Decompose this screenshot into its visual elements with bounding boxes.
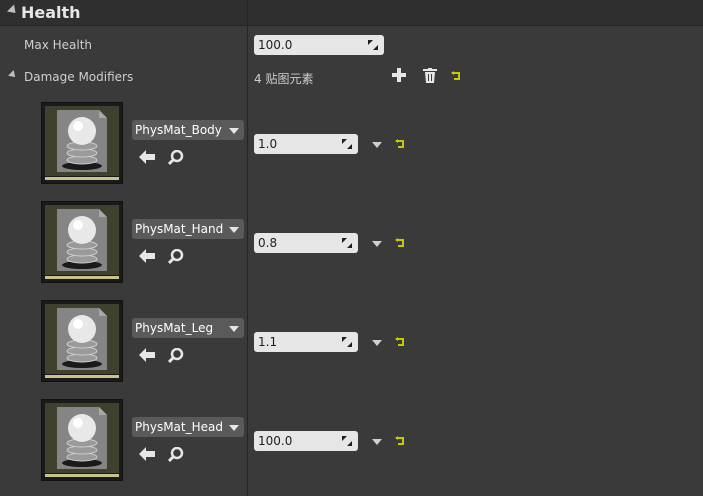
property-row-damage-modifiers: Damage Modifiers 4 贴图元素	[0, 64, 703, 90]
damage-modifier-element: PhysMat_Body 1.0	[0, 100, 703, 192]
asset-thumbnail[interactable]	[41, 300, 123, 382]
magnifier-icon[interactable]	[168, 150, 184, 166]
damage-modifier-element: PhysMat_Leg 1.1	[0, 298, 703, 390]
magnifier-icon[interactable]	[168, 447, 184, 463]
property-label-max-health: Max Health	[24, 38, 93, 52]
reset-to-default-icon[interactable]	[395, 337, 405, 347]
reset-to-default-icon[interactable]	[451, 71, 461, 81]
collapse-arrow-icon[interactable]	[6, 4, 20, 17]
damage-modifier-element: PhysMat_Hand 0.8	[0, 199, 703, 291]
max-health-value: 100.0	[258, 38, 293, 52]
asset-picker-combo[interactable]: PhysMat_Hand	[132, 219, 244, 239]
property-label-damage-modifiers: Damage Modifiers	[24, 70, 134, 84]
element-count: 4 贴图元素	[254, 72, 314, 86]
modifier-value-field[interactable]: 100.0	[254, 431, 358, 451]
chevron-down-icon	[229, 326, 239, 332]
chevron-down-icon	[229, 227, 239, 233]
property-row-max-health: Max Health 100.0	[0, 32, 703, 58]
physical-material-thumbnail-icon	[45, 106, 119, 176]
physical-material-thumbnail-icon	[45, 205, 119, 275]
category-title: Health	[21, 3, 81, 22]
modifier-value-field[interactable]: 1.1	[254, 332, 358, 352]
asset-type-bar	[45, 276, 119, 279]
damage-modifier-element: PhysMat_Head 100.0	[0, 397, 703, 489]
reset-to-default-icon[interactable]	[395, 238, 405, 248]
asset-thumbnail[interactable]	[41, 102, 123, 184]
chevron-down-icon	[229, 128, 239, 134]
drag-handle-icon[interactable]	[342, 337, 352, 347]
drag-handle-icon[interactable]	[342, 139, 352, 149]
modifier-value: 0.8	[258, 236, 278, 250]
reset-to-default-icon[interactable]	[395, 139, 405, 149]
asset-picker-combo[interactable]: PhysMat_Head	[132, 417, 244, 437]
asset-type-bar	[45, 375, 119, 378]
arrow-left-icon[interactable]	[139, 150, 155, 164]
asset-picker-combo[interactable]: PhysMat_Body	[132, 120, 244, 140]
asset-name: PhysMat_Hand	[135, 222, 224, 236]
plus-icon[interactable]	[392, 68, 406, 82]
asset-name: PhysMat_Leg	[135, 321, 214, 335]
asset-picker-combo[interactable]: PhysMat_Leg	[132, 318, 244, 338]
options-dropdown-icon[interactable]	[372, 142, 382, 148]
arrow-left-icon[interactable]	[139, 249, 155, 263]
options-dropdown-icon[interactable]	[372, 340, 382, 346]
modifier-value-field[interactable]: 1.0	[254, 134, 358, 154]
magnifier-icon[interactable]	[168, 348, 184, 364]
reset-to-default-icon[interactable]	[395, 436, 405, 446]
asset-name: PhysMat_Head	[135, 420, 223, 434]
asset-name: PhysMat_Body	[135, 123, 222, 137]
magnifier-icon[interactable]	[168, 249, 184, 265]
modifier-value: 1.0	[258, 137, 278, 151]
asset-thumbnail[interactable]	[41, 201, 123, 283]
drag-handle-icon[interactable]	[368, 40, 378, 50]
modifier-value-field[interactable]: 0.8	[254, 233, 358, 253]
details-category-header[interactable]: Health	[0, 0, 703, 26]
asset-type-bar	[45, 177, 119, 180]
drag-handle-icon[interactable]	[342, 436, 352, 446]
options-dropdown-icon[interactable]	[372, 241, 382, 247]
arrow-left-icon[interactable]	[139, 447, 155, 461]
max-health-field[interactable]: 100.0	[254, 35, 384, 55]
physical-material-thumbnail-icon	[45, 304, 119, 374]
asset-thumbnail[interactable]	[41, 399, 123, 481]
drag-handle-icon[interactable]	[342, 238, 352, 248]
options-dropdown-icon[interactable]	[372, 439, 382, 445]
physical-material-thumbnail-icon	[45, 403, 119, 473]
asset-type-bar	[45, 474, 119, 477]
trash-icon[interactable]	[423, 68, 437, 83]
chevron-down-icon	[229, 425, 239, 431]
modifier-value: 100.0	[258, 434, 293, 448]
arrow-left-icon[interactable]	[139, 348, 155, 362]
modifier-value: 1.1	[258, 335, 278, 349]
